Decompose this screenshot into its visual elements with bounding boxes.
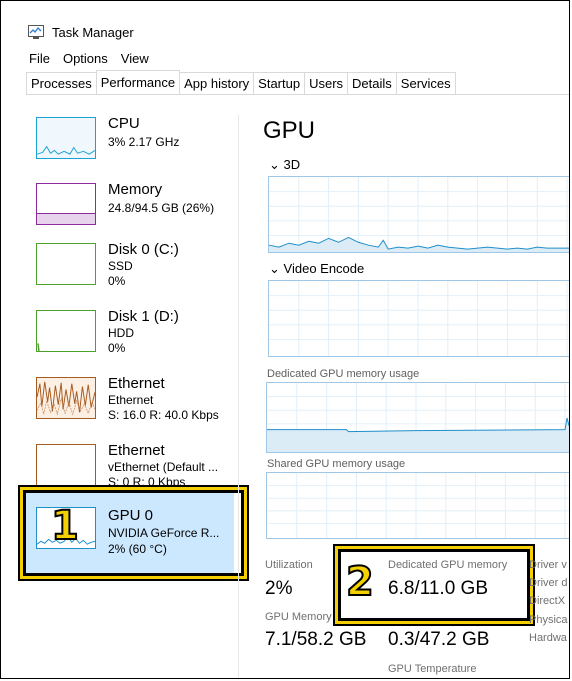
engine-name: Video Encode: [283, 261, 365, 276]
gpu-memory-label: GPU Memory: [265, 611, 332, 623]
vethernet-thumbnail-graph: [36, 444, 96, 486]
chevron-down-icon: ⌄: [269, 261, 280, 276]
sidebar-item-adapter: vEthernet (Default ...: [108, 460, 219, 474]
dedicated-memory-graph-label: Dedicated GPU memory usage: [267, 368, 420, 380]
memory-thumbnail-graph: [36, 183, 96, 225]
menu-file[interactable]: File: [29, 51, 50, 69]
tab-services[interactable]: Services: [395, 72, 456, 94]
sidebar-item-name: Disk 1 (D:): [108, 308, 179, 325]
tab-processes[interactable]: Processes: [26, 72, 97, 94]
sidebar-item-memory[interactable]: Memory 24.8/94.5 GB (26%): [26, 177, 236, 241]
shared-memory-graph: [266, 472, 569, 539]
page-title: GPU: [263, 117, 316, 144]
sidebar-item-detail: 3% 2.17 GHz: [108, 135, 180, 149]
callout-number-2: 2: [345, 558, 375, 606]
sidebar-item-ethernet[interactable]: Ethernet Ethernet S: 16.0 R: 40.0 Kbps: [26, 371, 236, 435]
sidebar-item-cpu[interactable]: CPU 3% 2.17 GHz: [26, 111, 236, 175]
chevron-down-icon: ⌄: [269, 157, 280, 172]
engine-3d-label[interactable]: ⌄ 3D: [269, 157, 300, 173]
menu-view[interactable]: View: [121, 51, 149, 69]
tab-strip: Processes Performance App history Startu…: [26, 70, 456, 95]
directx-version-label: DirectX: [529, 595, 566, 607]
shared-memory-value: 0.3/47.2 GB: [388, 629, 490, 650]
dedicated-memory-graph: [266, 382, 569, 453]
sidebar-item-usage: 0%: [108, 341, 126, 355]
tab-users[interactable]: Users: [304, 72, 349, 94]
task-manager-window: Task Manager File Options View Processes…: [0, 0, 570, 679]
utilization-label: Utilization: [265, 559, 313, 571]
menu-bar: File Options View: [29, 51, 149, 69]
physical-location-label: Physica: [529, 614, 568, 626]
disk-1-thumbnail-graph: [36, 310, 96, 352]
engine-name: 3D: [283, 157, 301, 172]
driver-date-label: Driver d: [529, 577, 568, 589]
sidebar-item-name: Disk 0 (C:): [108, 241, 179, 258]
sidebar-item-usage: 0%: [108, 274, 126, 288]
tab-details[interactable]: Details: [347, 72, 397, 94]
task-manager-icon: [28, 25, 44, 39]
sidebar-item-name: Memory: [108, 181, 163, 198]
tab-startup[interactable]: Startup: [253, 72, 306, 94]
sidebar-item-name: Ethernet: [108, 375, 165, 392]
title-bar: Task Manager: [1, 1, 569, 45]
disk-0-thumbnail-graph: [36, 243, 96, 285]
sidebar-item-disk-0[interactable]: Disk 0 (C:) SSD 0%: [26, 237, 236, 301]
sidebar-divider: [238, 115, 239, 678]
sidebar-item-adapter: Ethernet: [108, 393, 154, 407]
sidebar-item-detail: 24.8/94.5 GB (26%): [108, 201, 215, 215]
gpu-memory-value: 7.1/58.2 GB: [265, 629, 367, 650]
window-title: Task Manager: [52, 25, 134, 40]
hardware-reserved-label: Hardwa: [529, 632, 567, 644]
engine-video-encode-label[interactable]: ⌄ Video Encode: [269, 261, 364, 277]
tab-app-history[interactable]: App history: [179, 72, 255, 94]
sidebar-item-name: CPU: [108, 115, 140, 132]
performance-sidebar: CPU 3% 2.17 GHz Memory 24.8/94.5 GB (26%…: [26, 101, 236, 678]
gpu-temperature-label: GPU Temperature: [388, 663, 477, 675]
cpu-thumbnail-graph: [36, 117, 96, 159]
menu-options[interactable]: Options: [63, 51, 108, 69]
sidebar-item-throughput: S: 16.0 R: 40.0 Kbps: [108, 408, 219, 422]
sidebar-item-disk-1[interactable]: Disk 1 (D:) HDD 0%: [26, 304, 236, 368]
callout-number-1: 1: [50, 502, 80, 550]
dedicated-memory-label: Dedicated GPU memory: [388, 559, 508, 571]
engine-3d-graph: [268, 176, 569, 253]
sidebar-item-throughput: S: 0 R: 0 Kbps: [108, 475, 186, 489]
shared-memory-graph-label: Shared GPU memory usage: [267, 458, 406, 470]
dedicated-memory-value: 6.8/11.0 GB: [388, 578, 488, 599]
engine-video-encode-graph: [268, 280, 569, 357]
utilization-value: 2%: [265, 578, 293, 599]
tab-performance[interactable]: Performance: [95, 70, 181, 94]
sidebar-item-type: SSD: [108, 259, 133, 273]
sidebar-item-name: Ethernet: [108, 442, 165, 459]
driver-version-label: Driver v: [529, 559, 567, 571]
sidebar-item-type: HDD: [108, 326, 134, 340]
ethernet-thumbnail-graph: [36, 377, 96, 419]
